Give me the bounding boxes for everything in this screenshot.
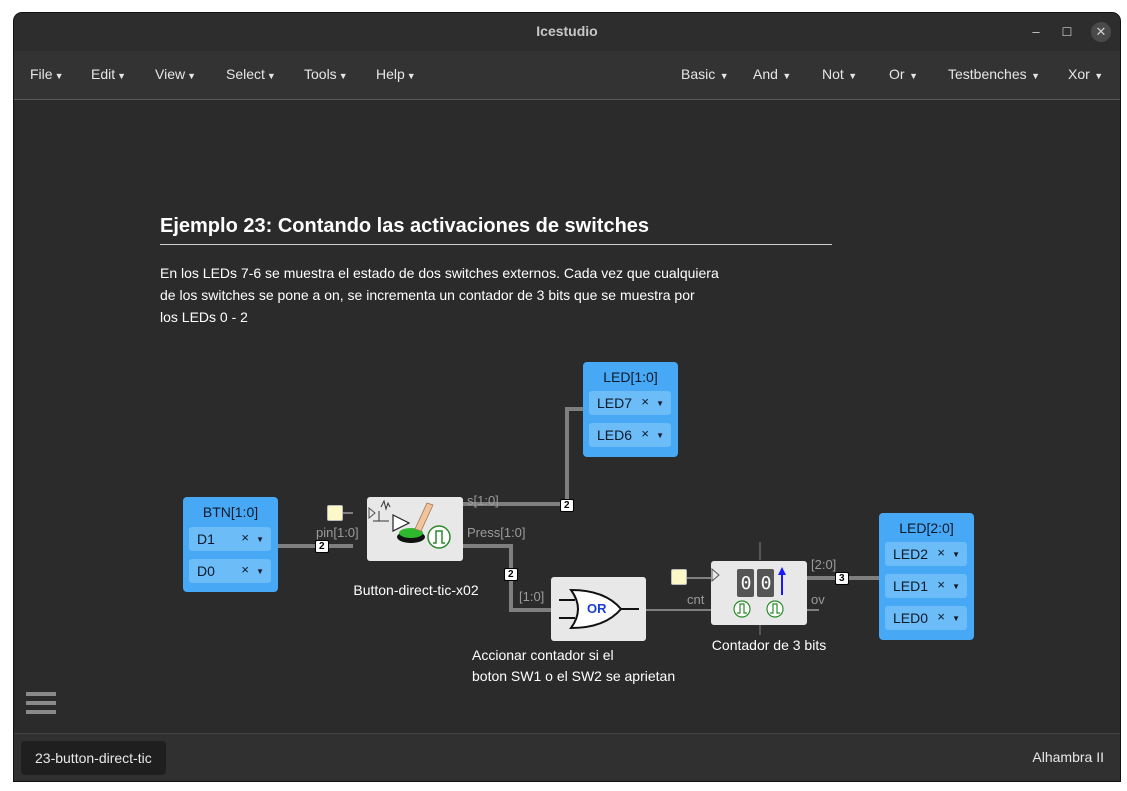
description-text: En los LEDs 7-6 se muestra el estado de …: [160, 262, 760, 328]
menu-not[interactable]: Not ▼: [822, 66, 857, 82]
board-name[interactable]: Alhambra II: [1032, 749, 1104, 765]
pin-name: LED2: [893, 546, 929, 562]
window-title: Icestudio: [536, 23, 598, 39]
button-module-icon: [368, 499, 451, 549]
pin-name: D1: [197, 531, 215, 547]
clear-icon[interactable]: ×: [937, 577, 945, 592]
chevron-down-icon[interactable]: ▼: [256, 535, 264, 544]
page-title: Ejemplo 23: Contando las activaciones de…: [160, 215, 832, 245]
comment-note: Accionar contador si el boton SW1 o el S…: [472, 645, 732, 687]
description-line: de los switches se pone a on, se increme…: [160, 287, 695, 303]
port-label-counter-out: [2:0]: [811, 557, 837, 572]
app-window: Icestudio – ☐ ✕ File ▼ Edit ▼ View ▼ Select…: [14, 13, 1120, 781]
bus-width-badge: 3: [835, 572, 849, 585]
maximize-icon[interactable]: ☐: [1057, 22, 1077, 42]
pin-name: D0: [197, 563, 215, 579]
bus-width-badge: 2: [504, 568, 518, 581]
wire-s-to-led-hi: [463, 407, 584, 506]
status-bar: 23-button-direct-tic Alhambra II: [14, 733, 1120, 781]
counter-block[interactable]: 0 0: [711, 561, 807, 625]
menu-file[interactable]: File ▼: [30, 66, 63, 82]
button-direct-tic-block[interactable]: [367, 497, 463, 561]
btn-input-block[interactable]: BTN[1:0] D1 × ▼ D0 × ▼: [183, 497, 278, 592]
port-label-press: Press[1:0]: [467, 525, 526, 540]
chevron-down-icon[interactable]: ▼: [952, 582, 960, 591]
clear-icon[interactable]: ×: [241, 562, 249, 577]
minimize-icon[interactable]: –: [1026, 22, 1046, 42]
chevron-down-icon[interactable]: ▼: [256, 567, 264, 576]
title-bar: Icestudio – ☐ ✕: [14, 13, 1120, 51]
menu-edit[interactable]: Edit ▼: [91, 66, 126, 82]
menu-xor[interactable]: Xor ▼: [1068, 66, 1103, 82]
menu-and[interactable]: And ▼: [753, 66, 791, 82]
clear-icon[interactable]: ×: [641, 426, 649, 441]
led-lo-output-block[interactable]: LED[2:0] LED2 × ▼ LED1 × ▼ LED0 × ▼: [879, 513, 974, 640]
menu-bar: File ▼ Edit ▼ View ▼ Select ▼ Tools ▼ Help ▼ B…: [14, 51, 1120, 100]
port-label-or-in: [1:0]: [519, 589, 545, 604]
clear-icon[interactable]: ×: [641, 394, 649, 409]
menu-select[interactable]: Select ▼: [226, 66, 276, 82]
close-icon[interactable]: ✕: [1091, 22, 1111, 42]
bus-width-badge: 2: [560, 499, 574, 512]
clear-icon[interactable]: ×: [937, 545, 945, 560]
counter-digit: 0: [760, 573, 772, 594]
bus-width-badge: 2: [315, 540, 329, 553]
pin-name: LED1: [893, 578, 929, 594]
menu-tools[interactable]: Tools ▼: [304, 66, 348, 82]
clear-icon[interactable]: ×: [937, 609, 945, 624]
pin-select-led0[interactable]: LED0 × ▼: [885, 606, 967, 630]
pin-name: LED7: [597, 395, 633, 411]
clock-input-icon: [671, 569, 687, 585]
port-label-ov: ov: [811, 592, 825, 607]
pin-select-d0[interactable]: D0 × ▼: [189, 559, 271, 583]
menu-testbenches[interactable]: Testbenches ▼: [948, 66, 1040, 82]
note-line: Accionar contador si el: [472, 647, 614, 663]
or-gate-block[interactable]: OR: [551, 577, 646, 641]
clear-icon[interactable]: ×: [241, 530, 249, 545]
pin-select-led7[interactable]: LED7 × ▼: [589, 391, 671, 415]
port-label-s: s[1:0]: [467, 493, 499, 508]
chevron-down-icon[interactable]: ▼: [952, 614, 960, 623]
port-label-pin: pin[1:0]: [316, 525, 359, 540]
button-module-label: Button-direct-tic-x02: [353, 582, 479, 598]
menu-help[interactable]: Help ▼: [376, 66, 416, 82]
chevron-down-icon[interactable]: ▼: [656, 399, 664, 408]
description-line: los LEDs 0 - 2: [160, 309, 248, 325]
led-lo-block-title: LED[2:0]: [899, 520, 954, 536]
or-gate-label: OR: [587, 601, 607, 616]
led-hi-block-title: LED[1:0]: [603, 369, 658, 385]
port-label-cnt: cnt: [687, 592, 705, 607]
file-tab[interactable]: 23-button-direct-tic: [21, 741, 166, 775]
clock-input-icon: [327, 505, 343, 521]
led-hi-output-block[interactable]: LED[1:0] LED7 × ▼ LED6 × ▼: [583, 362, 678, 457]
menu-or[interactable]: Or ▼: [889, 66, 918, 82]
counter-digit: 0: [740, 573, 752, 594]
pin-name: LED0: [893, 610, 929, 626]
menu-basic[interactable]: Basic ▼: [681, 66, 729, 82]
description-line: En los LEDs 7-6 se muestra el estado de …: [160, 265, 719, 281]
pin-select-led1[interactable]: LED1 × ▼: [885, 574, 967, 598]
pin-select-led2[interactable]: LED2 × ▼: [885, 542, 967, 566]
hamburger-menu-icon[interactable]: [26, 692, 56, 719]
pin-select-d1[interactable]: D1 × ▼: [189, 527, 271, 551]
pin-select-led6[interactable]: LED6 × ▼: [589, 423, 671, 447]
design-canvas[interactable]: Ejemplo 23: Contando las activaciones de…: [14, 100, 1120, 733]
pin-name: LED6: [597, 427, 633, 443]
btn-block-title: BTN[1:0]: [202, 504, 259, 520]
chevron-down-icon[interactable]: ▼: [952, 550, 960, 559]
note-line: boton SW1 o el SW2 se aprietan: [472, 668, 676, 684]
menu-view[interactable]: View ▼: [155, 66, 196, 82]
chevron-down-icon[interactable]: ▼: [656, 431, 664, 440]
